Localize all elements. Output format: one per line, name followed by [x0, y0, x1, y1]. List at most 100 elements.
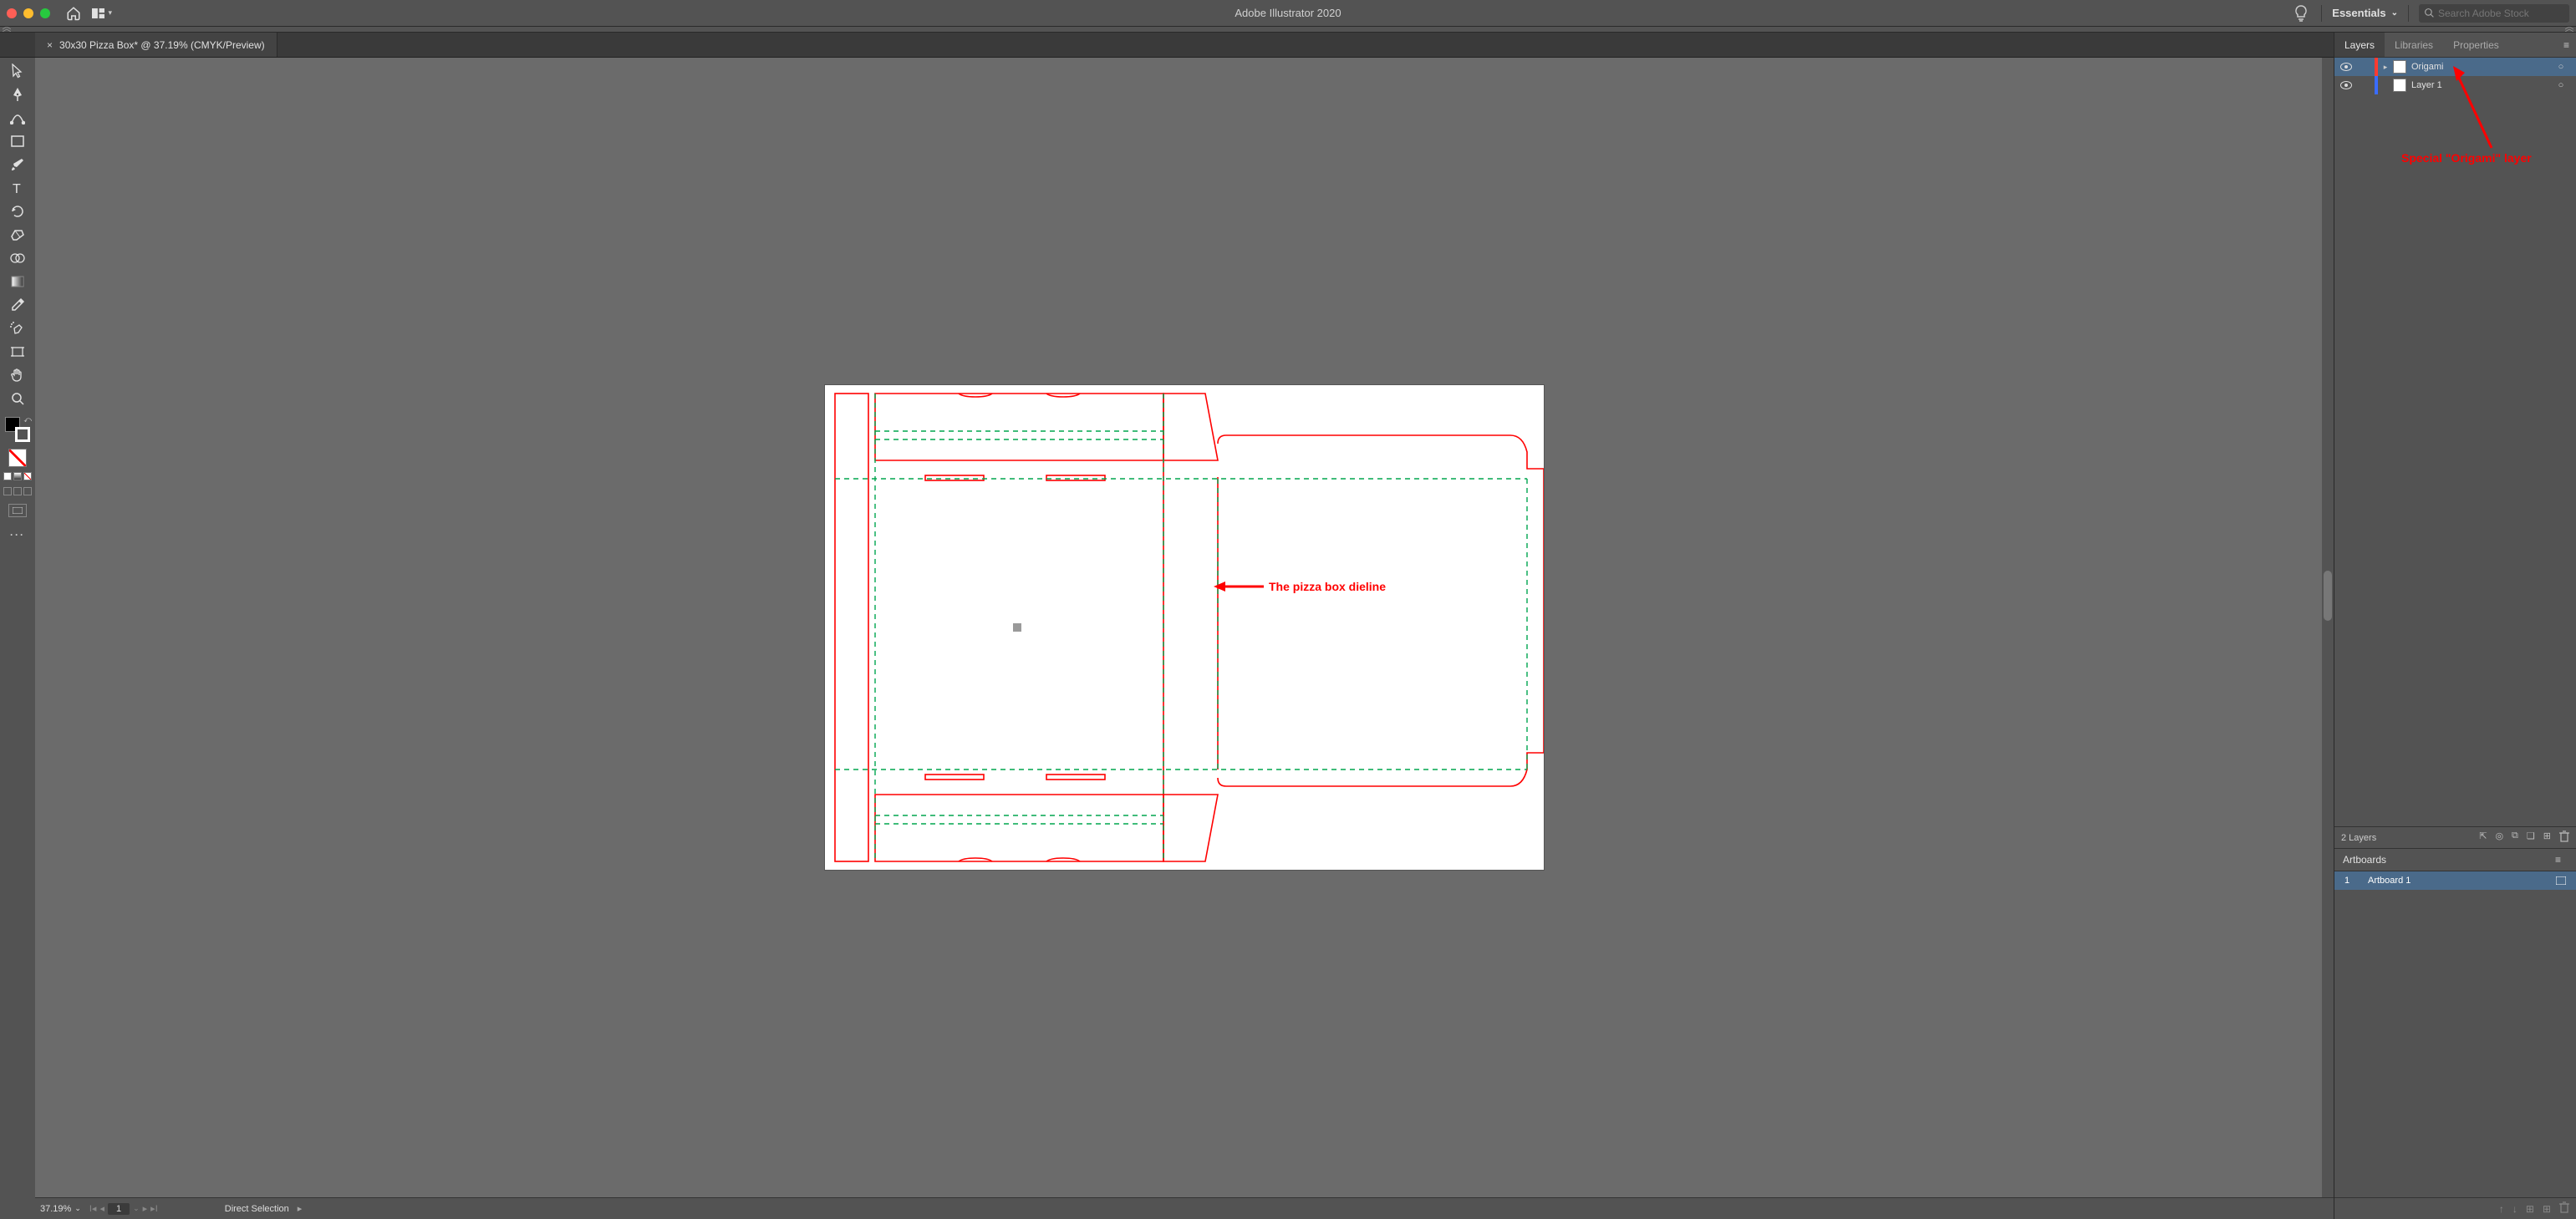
artboard-index: 1 — [2334, 876, 2360, 886]
workspace-label: Essentials — [2332, 7, 2385, 19]
stroke-swatch[interactable] — [15, 427, 30, 442]
no-fill-button[interactable] — [8, 449, 27, 467]
home-button[interactable] — [64, 3, 84, 23]
visibility-toggle[interactable] — [2334, 81, 2358, 89]
tab-libraries[interactable]: Libraries — [2385, 33, 2443, 57]
curvature-tool[interactable] — [6, 108, 29, 128]
app-title: Adobe Illustrator 2020 — [0, 7, 2576, 19]
fill-stroke-control[interactable]: ⤺ — [5, 417, 30, 442]
layer-row-origami[interactable]: Origami ○ — [2334, 58, 2576, 76]
svg-text:T: T — [13, 182, 21, 195]
artboard[interactable]: The pizza box dieline — [825, 385, 1544, 870]
current-tool-label: Direct Selection — [225, 1204, 289, 1214]
app-menubar: ▾ Adobe Illustrator 2020 Essentials ⌄ — [0, 0, 2576, 26]
color-button[interactable] — [3, 472, 12, 480]
draw-inside-button[interactable] — [23, 487, 32, 495]
control-bar-collapsed[interactable] — [0, 26, 2576, 33]
window-controls — [7, 8, 50, 18]
status-flyout-icon[interactable]: ▸ — [298, 1203, 303, 1214]
panel-menu-button[interactable]: ≡ — [2557, 39, 2576, 51]
first-artboard-button[interactable]: I◂ — [89, 1203, 97, 1214]
make-clipping-mask-button[interactable]: ⧉ — [2512, 830, 2518, 845]
tab-layers[interactable]: Layers — [2334, 33, 2385, 57]
edit-toolbar-button[interactable]: ··· — [10, 529, 25, 541]
close-window-button[interactable] — [7, 8, 17, 18]
tab-properties[interactable]: Properties — [2443, 33, 2509, 57]
swap-fill-stroke-icon[interactable]: ⤺ — [23, 415, 32, 424]
prev-artboard-button[interactable]: ◂ — [99, 1203, 104, 1214]
search-field[interactable] — [2419, 4, 2569, 23]
rectangle-tool[interactable] — [6, 131, 29, 151]
eye-icon — [2340, 63, 2352, 71]
chevron-down-icon: ▾ — [108, 8, 112, 18]
learn-button[interactable] — [2291, 3, 2311, 23]
annotation-origami-layer: Special "Origami" layer — [2401, 151, 2532, 165]
expand-layer-button[interactable] — [2378, 63, 2393, 72]
workspace-switcher[interactable]: Essentials ⌄ — [2332, 7, 2398, 19]
visibility-toggle[interactable] — [2334, 63, 2358, 71]
direct-selection-tool[interactable] — [6, 61, 29, 81]
draw-normal-button[interactable] — [3, 487, 12, 495]
layer-row-layer1[interactable]: Layer 1 ○ — [2334, 76, 2576, 94]
layer-thumbnail — [2393, 79, 2406, 92]
delete-layer-button[interactable] — [2559, 830, 2569, 845]
move-artboard-up-button[interactable]: ↑ — [2499, 1203, 2504, 1215]
scrollbar-thumb[interactable] — [2324, 571, 2332, 621]
minimize-window-button[interactable] — [23, 8, 33, 18]
zoom-tool[interactable] — [6, 389, 29, 409]
chevron-down-icon: ⌄ — [2391, 8, 2398, 18]
locate-object-button[interactable]: ◎ — [2495, 830, 2503, 845]
panel-menu-button[interactable]: ≡ — [2548, 854, 2568, 866]
artboard-index-field[interactable]: 1 — [108, 1203, 130, 1215]
artboard-orientation-button[interactable] — [2551, 876, 2571, 885]
dieline-artwork — [825, 385, 1544, 870]
zoom-level-dropdown[interactable]: 37.19% ⌄ — [40, 1204, 81, 1214]
landscape-icon — [2556, 876, 2566, 885]
none-button[interactable] — [23, 472, 32, 480]
gradient-tool[interactable] — [6, 272, 29, 292]
layer-name[interactable]: Origami — [2411, 62, 2553, 72]
new-artboard-button[interactable]: ⊞ — [2543, 1203, 2551, 1215]
layer-name[interactable]: Layer 1 — [2411, 80, 2553, 90]
artboard-row[interactable]: 1 Artboard 1 — [2334, 871, 2576, 890]
search-input[interactable] — [2438, 8, 2564, 19]
layer-color-indicator — [2375, 76, 2378, 94]
artboard-name[interactable]: Artboard 1 — [2360, 876, 2551, 886]
chevron-down-icon: ⌄ — [74, 1204, 81, 1213]
document-tab-bar: × 30x30 Pizza Box* @ 37.19% (CMYK/Previe… — [0, 33, 2334, 58]
rearrange-artboards-button[interactable]: ⊞ — [2526, 1203, 2534, 1215]
arrange-documents-button[interactable]: ▾ — [92, 3, 112, 23]
rotate-tool[interactable] — [6, 201, 29, 221]
eye-icon — [2340, 81, 2352, 89]
type-tool[interactable]: T — [6, 178, 29, 198]
eraser-tool[interactable] — [6, 225, 29, 245]
screen-mode-button[interactable] — [8, 504, 27, 517]
target-layer-button[interactable]: ○ — [2553, 80, 2569, 90]
move-artboard-down-button[interactable]: ↓ — [2512, 1203, 2517, 1215]
canvas-area[interactable]: The pizza box dieline — [35, 58, 2334, 1197]
tools-panel: T ⤺ — [0, 33, 35, 1219]
vertical-scrollbar[interactable] — [2322, 58, 2334, 1197]
eyedropper-tool[interactable] — [6, 295, 29, 315]
last-artboard-button[interactable]: ▸I — [150, 1203, 158, 1214]
artboard-tool[interactable] — [6, 342, 29, 362]
symbol-sprayer-tool[interactable] — [6, 318, 29, 338]
export-layer-button[interactable]: ⇱ — [2479, 830, 2487, 845]
document-tab[interactable]: × 30x30 Pizza Box* @ 37.19% (CMYK/Previe… — [35, 33, 277, 57]
new-sublayer-button[interactable]: ❏ — [2527, 830, 2535, 845]
pen-tool[interactable] — [6, 84, 29, 104]
next-artboard-button[interactable]: ▸ — [143, 1203, 148, 1214]
target-layer-button[interactable]: ○ — [2553, 62, 2569, 72]
close-tab-button[interactable]: × — [47, 39, 53, 51]
expand-left-icon — [0, 27, 13, 32]
delete-artboard-button[interactable] — [2559, 1201, 2569, 1216]
hand-tool[interactable] — [6, 365, 29, 385]
status-bar: 37.19% ⌄ I◂ ◂ 1 ⌄ ▸ ▸I Direct Selection … — [35, 1197, 2334, 1219]
draw-behind-button[interactable] — [13, 487, 22, 495]
gradient-button[interactable] — [13, 472, 22, 480]
maximize-window-button[interactable] — [40, 8, 50, 18]
shape-builder-tool[interactable] — [6, 248, 29, 268]
new-layer-button[interactable]: ⊞ — [2543, 830, 2551, 845]
paintbrush-tool[interactable] — [6, 155, 29, 175]
artboards-panel-header[interactable]: Artboards ≡ — [2334, 848, 2576, 871]
